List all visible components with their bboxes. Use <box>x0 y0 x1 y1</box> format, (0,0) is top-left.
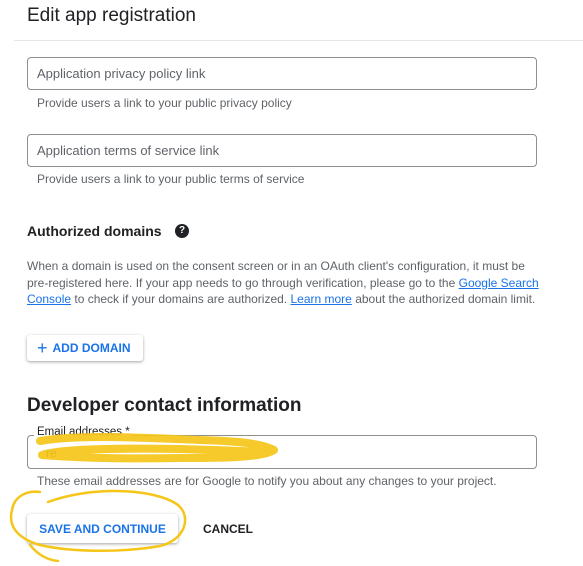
email-addresses-hint: These email addresses are for Google to … <box>37 474 497 488</box>
help-icon[interactable]: ? <box>175 224 189 238</box>
authorized-domains-heading: Authorized domains <box>27 223 162 239</box>
developer-contact-heading: Developer contact information <box>27 395 302 416</box>
cancel-button[interactable]: CANCEL <box>196 514 260 543</box>
header-divider <box>14 40 583 41</box>
description-text-3: about the authorized domain limit. <box>351 292 536 306</box>
authorized-domains-description: When a domain is used on the consent scr… <box>27 258 547 308</box>
privacy-policy-placeholder: Application privacy policy link <box>37 66 206 81</box>
add-domain-label: ADD DOMAIN <box>52 341 131 355</box>
email-addresses-field[interactable] <box>27 435 537 469</box>
terms-of-service-field[interactable]: Application terms of service link <box>27 134 537 167</box>
description-text-2: to check if your domains are authorized. <box>71 292 291 306</box>
plus-icon: + <box>37 338 48 358</box>
privacy-policy-field[interactable]: Application privacy policy link <box>27 57 537 90</box>
add-domain-button[interactable]: + ADD DOMAIN <box>27 335 143 361</box>
terms-of-service-placeholder: Application terms of service link <box>37 143 220 158</box>
page-title: Edit app registration <box>27 5 196 26</box>
terms-of-service-hint: Provide users a link to your public term… <box>37 172 305 186</box>
privacy-policy-hint: Provide users a link to your public priv… <box>37 96 292 110</box>
description-text-1: When a domain is used on the consent scr… <box>27 259 525 290</box>
email-addresses-label: Email addresses * <box>34 426 133 438</box>
save-and-continue-button[interactable]: SAVE AND CONTINUE <box>27 514 178 543</box>
learn-more-link[interactable]: Learn more <box>290 292 351 306</box>
email-addresses-value: re <box>46 446 57 460</box>
